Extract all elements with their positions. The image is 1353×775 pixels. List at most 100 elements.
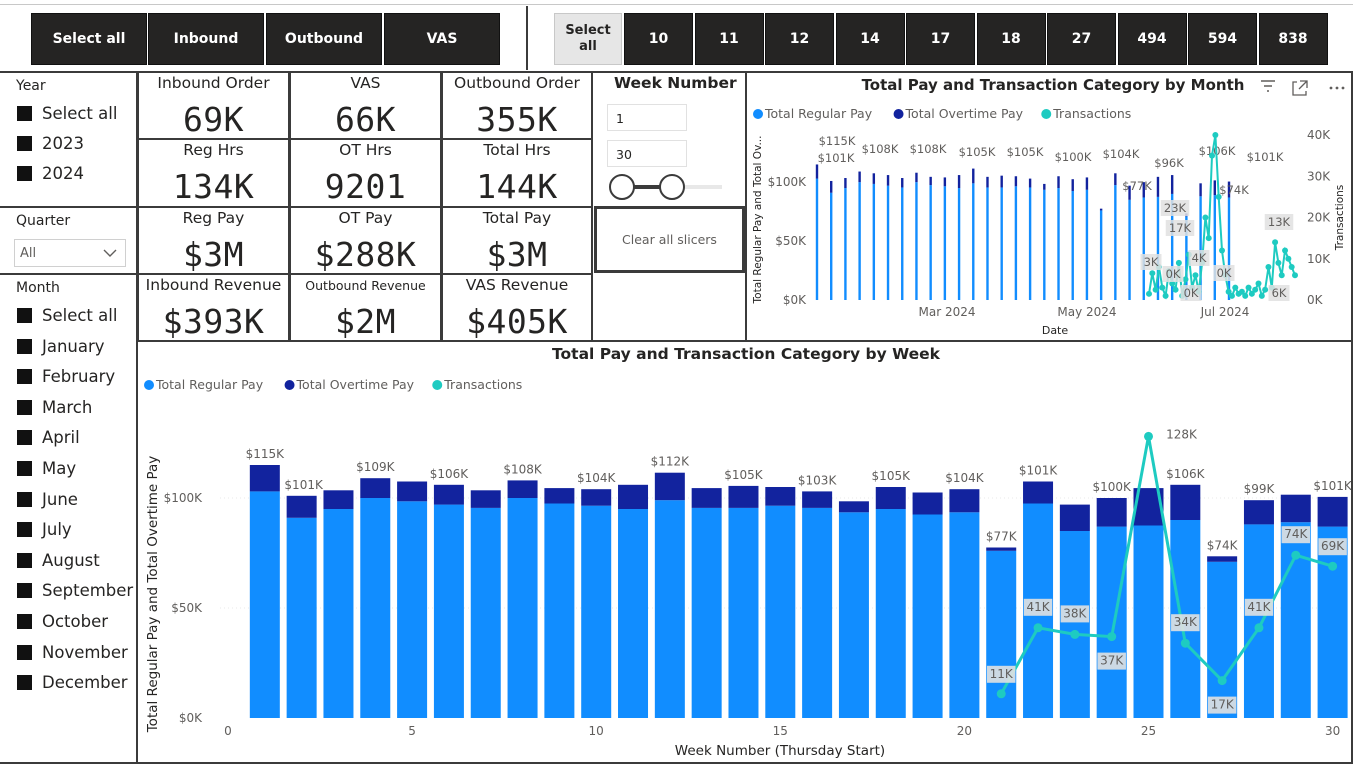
month-bar-regular[interactable] xyxy=(915,182,918,300)
month-bar-overtime[interactable] xyxy=(1099,208,1103,211)
week-bar-regular[interactable] xyxy=(286,517,317,718)
week-transaction-point[interactable] xyxy=(1070,629,1080,639)
month-bar-overtime[interactable] xyxy=(830,180,833,193)
month-bar-regular[interactable] xyxy=(1071,190,1074,300)
week-bar-overtime[interactable] xyxy=(1023,481,1054,504)
week-bar-regular[interactable] xyxy=(765,505,796,718)
month-transaction-point[interactable] xyxy=(1272,239,1279,246)
week-bar-overtime[interactable] xyxy=(360,478,391,498)
week-bar-overtime[interactable] xyxy=(1207,556,1238,562)
month-bar-overtime[interactable] xyxy=(1043,183,1046,190)
number-button-27[interactable]: 27 xyxy=(1047,13,1116,65)
week-bar-overtime[interactable] xyxy=(875,487,906,509)
week-bar-overtime[interactable] xyxy=(323,490,354,509)
week-bar-overtime[interactable] xyxy=(507,480,538,498)
month-bar-overtime[interactable] xyxy=(943,177,947,187)
month-transaction-point[interactable] xyxy=(1282,247,1289,254)
slider-min-handle[interactable] xyxy=(609,174,635,200)
month-transaction-point[interactable] xyxy=(1146,290,1152,297)
number-button-10[interactable]: 10 xyxy=(624,13,693,65)
week-bar-overtime[interactable] xyxy=(1170,484,1201,520)
week-bar-regular[interactable] xyxy=(802,507,833,718)
month-bar-overtime[interactable] xyxy=(929,176,932,186)
month-transaction-point[interactable] xyxy=(1242,292,1249,299)
month-bar-regular[interactable] xyxy=(972,183,975,300)
week-min-input[interactable]: 1 xyxy=(607,104,687,131)
focus-mode-icon[interactable] xyxy=(1292,80,1308,96)
week-bar-regular[interactable] xyxy=(360,498,391,718)
month-transaction-point[interactable] xyxy=(1262,286,1269,293)
week-bar-regular[interactable] xyxy=(618,509,649,718)
month-transaction-point[interactable] xyxy=(1152,286,1159,293)
week-bar-regular[interactable] xyxy=(581,505,612,718)
legend-label[interactable]: Total Regular Pay xyxy=(764,106,873,121)
month-transaction-point[interactable] xyxy=(1288,264,1295,270)
month-bar-overtime[interactable] xyxy=(1085,177,1089,190)
month-bar-overtime[interactable] xyxy=(858,171,861,183)
week-bar-overtime[interactable] xyxy=(618,484,649,509)
month-transaction-point[interactable] xyxy=(1215,193,1222,200)
week-bar-regular[interactable] xyxy=(949,512,980,718)
week-bar-overtime[interactable] xyxy=(470,490,501,508)
week-bar-regular[interactable] xyxy=(544,503,575,719)
filter-icon[interactable] xyxy=(1261,80,1275,92)
week-bar-overtime[interactable] xyxy=(544,488,575,504)
week-bar-regular[interactable] xyxy=(1133,525,1164,719)
week-transaction-point[interactable] xyxy=(1291,550,1301,560)
week-transaction-point[interactable] xyxy=(1144,431,1153,441)
month-bar-regular[interactable] xyxy=(1114,185,1117,300)
week-bar-overtime[interactable] xyxy=(949,489,980,513)
month-bar-overtime[interactable] xyxy=(1071,179,1074,191)
month-option-september[interactable]: September xyxy=(17,581,133,600)
month-transaction-point[interactable] xyxy=(1172,286,1179,293)
quarter-dropdown[interactable]: All xyxy=(14,239,126,267)
week-bar-regular[interactable] xyxy=(249,491,280,718)
month-bar-overtime[interactable] xyxy=(1199,183,1202,197)
month-bar-overtime[interactable] xyxy=(1213,180,1216,196)
week-transaction-point[interactable] xyxy=(1328,561,1338,571)
week-bar-overtime[interactable] xyxy=(1096,498,1127,527)
number-button-select-all[interactable]: Select all xyxy=(554,13,622,65)
week-bar-overtime[interactable] xyxy=(838,501,869,513)
year-option-2024[interactable]: 2024 xyxy=(17,164,84,183)
year-option-select-all[interactable]: Select all xyxy=(17,104,117,123)
week-bar-overtime[interactable] xyxy=(912,492,943,515)
week-bar-overtime[interactable] xyxy=(986,547,1017,551)
week-range-slider[interactable] xyxy=(609,173,722,201)
month-bar-overtime[interactable] xyxy=(986,176,989,188)
month-option-november[interactable]: November xyxy=(17,643,128,662)
month-option-june[interactable]: June xyxy=(17,490,78,509)
month-transaction-point[interactable] xyxy=(1252,286,1259,293)
month-bar-overtime[interactable] xyxy=(1000,175,1003,188)
week-bar-overtime[interactable] xyxy=(1317,496,1348,527)
week-transaction-point[interactable] xyxy=(996,689,1006,699)
week-bar-overtime[interactable] xyxy=(728,485,759,508)
category-button-vas[interactable]: VAS xyxy=(384,13,500,65)
month-bar-regular[interactable] xyxy=(830,192,833,300)
week-bar-overtime[interactable] xyxy=(765,487,796,506)
month-transaction-point[interactable] xyxy=(1292,272,1298,279)
month-bar-overtime[interactable] xyxy=(901,178,904,188)
week-bar-overtime[interactable] xyxy=(691,488,722,508)
week-bar-overtime[interactable] xyxy=(1280,494,1311,523)
month-bar-overtime[interactable] xyxy=(1028,178,1032,188)
month-transaction-point[interactable] xyxy=(1285,255,1292,262)
month-bar-regular[interactable] xyxy=(957,188,961,300)
number-button-14[interactable]: 14 xyxy=(835,13,905,65)
week-bar-regular[interactable] xyxy=(875,509,906,718)
legend-label[interactable]: Transactions xyxy=(1052,106,1131,121)
month-bar-regular[interactable] xyxy=(1128,199,1131,300)
week-bar-overtime[interactable] xyxy=(286,495,317,518)
week-transaction-point[interactable] xyxy=(1254,623,1264,633)
month-bar-overtime[interactable] xyxy=(972,168,975,184)
month-transaction-point[interactable] xyxy=(1149,270,1156,277)
week-bar-overtime[interactable] xyxy=(654,472,685,501)
number-button-11[interactable]: 11 xyxy=(694,13,764,65)
week-bar-regular[interactable] xyxy=(397,501,428,718)
month-bar-regular[interactable] xyxy=(929,185,932,300)
clear-all-slicers-button[interactable]: Clear all slicers xyxy=(594,206,745,273)
week-max-input[interactable]: 30 xyxy=(607,140,687,167)
month-option-august[interactable]: August xyxy=(17,551,100,570)
month-option-december[interactable]: December xyxy=(17,673,128,692)
month-bar-regular[interactable] xyxy=(1099,210,1103,300)
